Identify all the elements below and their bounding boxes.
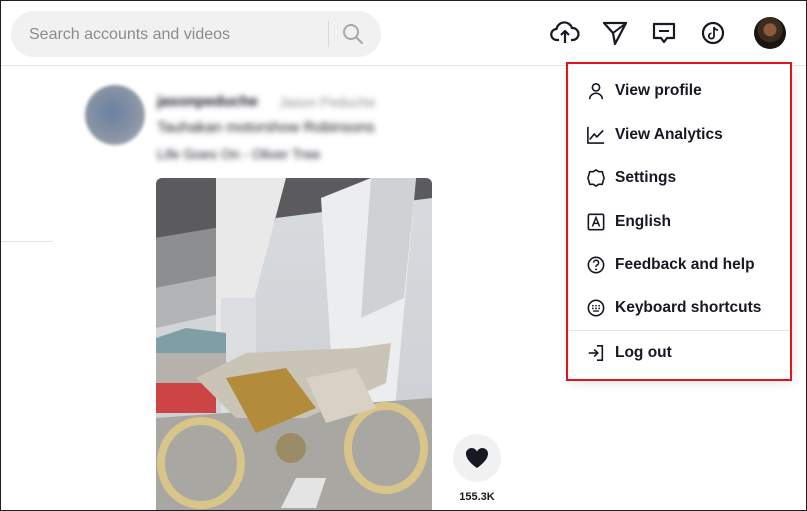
search-divider [328,21,329,47]
app-window: jasonpeduche Jason Peduche Tauhakan moto… [0,0,807,511]
upload-button[interactable] [550,19,580,47]
menu-item-language[interactable]: English [569,200,792,243]
heart-icon [466,448,488,468]
video-thumbnail [156,178,432,510]
menu-item-log-out[interactable]: Log out [569,331,792,374]
like-count: 155.3K [459,491,495,503]
video-player[interactable] [156,178,432,510]
top-header [1,1,806,66]
tiktok-icon [701,21,725,45]
language-icon [587,213,605,230]
menu-item-label: View profile [615,81,702,99]
sidebar-divider [1,241,53,242]
keyboard-icon [587,299,605,316]
profile-avatar[interactable] [754,17,786,49]
menu-item-label: English [615,212,671,230]
search-icon [343,24,364,45]
menu-item-view-profile[interactable]: View profile [569,69,792,112]
menu-item-label: Log out [615,343,672,361]
messages-button[interactable] [601,19,629,47]
video-music[interactable]: Life Goes On - Oliver Tree [157,146,320,162]
profile-dropdown-menu: View profile View Analytics Settings Eng… [569,64,792,380]
inbox-button[interactable] [650,19,678,47]
menu-item-settings[interactable]: Settings [569,156,792,199]
menu-item-label: Keyboard shortcuts [615,298,762,316]
creator-username[interactable]: jasonpeduche [157,93,258,110]
tiktok-button[interactable] [699,19,727,47]
analytics-icon [587,126,605,144]
menu-item-label: View Analytics [615,125,723,143]
menu-item-feedback-help[interactable]: Feedback and help [569,243,792,286]
search-button[interactable] [341,22,365,46]
upload-icon [550,21,580,43]
creator-avatar[interactable] [85,85,145,145]
user-icon [588,82,604,99]
search-input[interactable] [27,11,321,59]
video-caption: Tauhakan motorshow Robinsons [157,119,375,136]
menu-item-view-analytics[interactable]: View Analytics [569,113,792,156]
search-bar [11,11,381,59]
creator-nickname: Jason Peduche [279,94,376,110]
menu-item-label: Settings [615,168,677,186]
menu-item-label: Feedback and help [615,255,755,273]
send-icon [602,21,628,46]
inbox-icon [652,22,676,44]
like-button[interactable] [453,434,501,482]
logout-icon [588,344,604,361]
settings-icon [587,168,605,187]
help-icon [587,256,605,273]
menu-item-keyboard-shortcuts[interactable]: Keyboard shortcuts [569,286,792,329]
